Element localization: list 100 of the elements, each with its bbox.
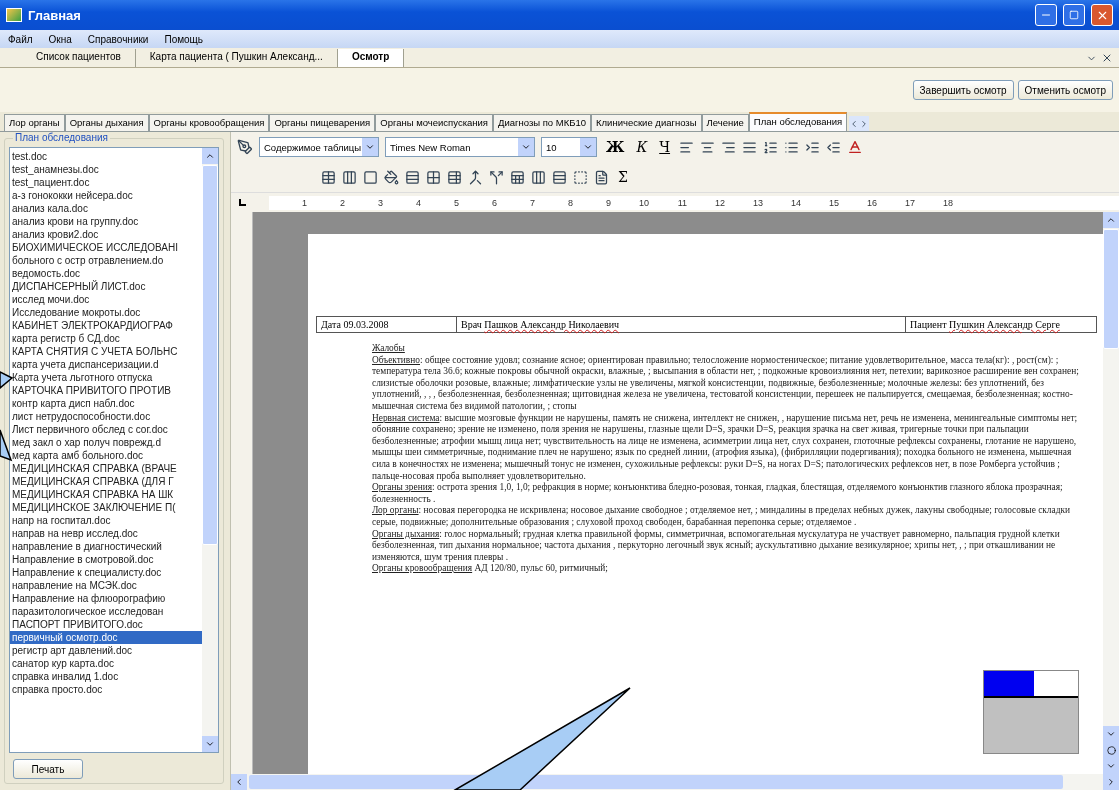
file-list-item[interactable]: test_анамнезы.doc <box>10 163 202 176</box>
scrollbar-thumb[interactable] <box>202 165 218 545</box>
chevron-up-icon[interactable] <box>1106 215 1116 225</box>
close-button[interactable] <box>1091 4 1113 26</box>
file-list-item[interactable]: Направление на флюорографию <box>10 592 202 605</box>
file-list-item[interactable]: МЕДИЦИНСКОЕ ЗАКЛЮЧЕНИЕ П( <box>10 501 202 514</box>
document-tab[interactable]: Список пациентов <box>22 49 136 67</box>
file-list-item[interactable]: Направление к специалисту.doc <box>10 566 202 579</box>
file-list-item[interactable]: Лист первичного обслед с сог.doc <box>10 423 202 436</box>
section-tab[interactable]: Лечение <box>701 114 749 131</box>
tab-stop-icon[interactable] <box>238 198 246 207</box>
scrollbar[interactable] <box>202 148 218 752</box>
list-icon[interactable] <box>763 139 779 155</box>
format-button[interactable]: Ж <box>603 139 628 155</box>
file-list-item[interactable]: КАБИНЕТ ЭЛЕКТРОКАРДИОГРАФ <box>10 319 202 332</box>
file-list-item[interactable]: test_пациент.doc <box>10 176 202 189</box>
file-list-item[interactable]: ПАСПОРТ ПРИВИТОГО.doc <box>10 618 202 631</box>
align-icon[interactable] <box>700 139 716 155</box>
file-list-item[interactable]: МЕДИЦИНСКАЯ СПРАВКА НА ШК <box>10 488 202 501</box>
action-button[interactable]: Завершить осмотр <box>912 80 1014 100</box>
format-button[interactable]: К <box>633 139 651 155</box>
file-list-item[interactable]: test.doc <box>10 150 202 163</box>
scrollbar[interactable] <box>1103 212 1119 774</box>
chevron-down-icon[interactable] <box>1106 729 1116 739</box>
sum-button[interactable]: Σ <box>615 169 631 185</box>
scrollbar-thumb[interactable] <box>249 775 1063 789</box>
align-icon[interactable] <box>679 139 695 155</box>
style-dropdown[interactable]: Содержимое таблицы <box>259 137 379 157</box>
menu-item[interactable]: Файл <box>8 33 33 45</box>
paragraph: Нервная система: высшие мозговые функции не нарушены, память не снижена, интеллект не снижен, , нарушение письма нет, речь не изменена, менингеальные симптомы нет; обоняние сохранено; зрение не изменено, поля зрения не нарушены, глазные щели D=S, зрачки D=S, реакция зрачка на свет живая, тригерные точки при пальпации безболезненные; атрофии мышц лица нет; чувствительность на лице не изменена, асимметрии лица нет, слух сохранен, глоточные рефлексы сохранены, глотание не нарушено, мышцы шеи симметричные, поднимание плеч не нарушено; язык по средней линии, (атрофия языка), (фибрилляции подергивания); походка больного не изменена, мышечная сила в конечностях не изменена; мышечный тонус не изменен, сухожильные рефлексы: руки D=S, на ногах D=S; патологических рефлексов нет, в позе Ромберга устойчив ; пальце-носовая проба выполняет удовлетворительно. <box>372 412 1079 482</box>
file-list-item[interactable]: контр карта дисп набл.doc <box>10 397 202 410</box>
chevron-right-icon[interactable] <box>1106 777 1116 787</box>
file-list-item[interactable]: регистр арт давлений.doc <box>10 644 202 657</box>
header-cell: Врач Пашков Александр Николаевич <box>457 317 906 332</box>
caret-icon <box>583 142 593 152</box>
file-list-item[interactable]: Исследование мокроты.doc <box>10 306 202 319</box>
font-color-icon[interactable] <box>847 139 864 155</box>
size-dropdown[interactable]: 10 <box>541 137 597 157</box>
file-list-item[interactable]: направление на МСЭК.doc <box>10 579 202 592</box>
file-list-item[interactable]: карта регистр б СД.doc <box>10 332 202 345</box>
menu-item[interactable]: Справочники <box>87 33 149 45</box>
file-list-item[interactable]: КАРТОЧКА ПРИВИТОГО ПРОТИВ <box>10 384 202 397</box>
file-list-item[interactable]: Карта учета льготного отпуска <box>10 371 202 384</box>
section-tab[interactable]: План обследования <box>748 112 848 131</box>
minimize-button[interactable] <box>1035 4 1057 26</box>
action-button[interactable]: Отменить осмотр <box>1017 80 1113 100</box>
maximize-button[interactable] <box>1063 4 1085 26</box>
file-list-item[interactable]: ДИСПАНСЕРНЫЙ ЛИСТ.doc <box>10 280 202 293</box>
format-button[interactable]: Ч <box>656 139 674 155</box>
file-list-item[interactable]: мед карта амб больного.doc <box>10 449 202 462</box>
chevron-left-icon[interactable] <box>234 777 244 787</box>
list-icon[interactable] <box>805 139 821 155</box>
document-tab[interactable]: Карта пациента ( Пушкин Александ... <box>135 49 338 67</box>
file-list-item[interactable]: справка инвалид 1.doc <box>10 670 202 683</box>
file-list-item[interactable]: первичный осмотр.doc <box>10 631 202 644</box>
section-tab[interactable]: Органы кровообращения <box>148 114 270 131</box>
file-list-item[interactable]: МЕДИЦИНСКАЯ СПРАВКА (ВРАЧЕ <box>10 462 202 475</box>
file-list-item[interactable]: анализ крови на группу.doc <box>10 215 202 228</box>
section-tab[interactable]: Органы пищеварения <box>269 114 376 131</box>
file-list-item[interactable]: исслед мочи.doc <box>10 293 202 306</box>
file-list-item[interactable]: мед закл о хар получ поврежд.d <box>10 436 202 449</box>
list-icon[interactable] <box>826 139 842 155</box>
section-tab[interactable]: Органы мочеиспускания <box>375 114 493 131</box>
file-list-item[interactable]: карта учета диспансеризации.d <box>10 358 202 371</box>
section-tab[interactable]: Диагнозы по МКБ10 <box>493 114 592 131</box>
chevron-up-icon[interactable] <box>205 151 215 161</box>
align-icon[interactable] <box>721 139 737 155</box>
close-icon[interactable] <box>1101 52 1113 64</box>
chevron-down-icon[interactable] <box>1106 761 1116 771</box>
print-button[interactable]: Печать <box>13 759 83 779</box>
file-list-item[interactable]: направление в диагностический <box>10 540 202 553</box>
file-list-item[interactable]: лист нетрудоспособности.doc <box>10 410 202 423</box>
file-list-item[interactable]: паразитологическое исследован <box>10 605 202 618</box>
file-list-item[interactable]: справка просто.doc <box>10 683 202 696</box>
file-list-item[interactable]: больного с остр отравлением.do <box>10 254 202 267</box>
file-list-item[interactable]: анализ крови2.doc <box>10 228 202 241</box>
section-tab[interactable]: Лор органы <box>4 114 65 131</box>
circle-icon[interactable] <box>1106 745 1116 755</box>
scrollbar-thumb[interactable] <box>1103 229 1119 349</box>
section-tab[interactable]: Клинические диагнозы <box>591 114 702 131</box>
file-list-item[interactable]: ведомость.doc <box>10 267 202 280</box>
file-list-item[interactable]: анализ кала.doc <box>10 202 202 215</box>
file-list-item[interactable]: КАРТА СНЯТИЯ С УЧЕТА БОЛЬНС <box>10 345 202 358</box>
file-list-item[interactable]: направ на невр исслед.doc <box>10 527 202 540</box>
font-dropdown[interactable]: Times New Roman <box>385 137 535 157</box>
scrollbar[interactable] <box>231 774 1119 790</box>
section-tab[interactable]: Органы дыхания <box>64 114 149 131</box>
file-list-item[interactable]: Направление в смотровой.doc <box>10 553 202 566</box>
file-list-item[interactable]: МЕДИЦИНСКАЯ СПРАВКА (ДЛЯ Г <box>10 475 202 488</box>
document-tab[interactable]: Осмотр <box>337 49 405 67</box>
list-icon[interactable] <box>784 139 800 155</box>
menu-item[interactable]: Окна <box>48 33 72 45</box>
pen-icon[interactable] <box>237 139 253 155</box>
file-list-item[interactable]: БИОХИМИЧЕСКОЕ ИССЛЕДОВАНІ <box>10 241 202 254</box>
file-list-item[interactable]: а-з гонококки нейсера.doc <box>10 189 202 202</box>
menu-item[interactable]: Помощь <box>164 33 204 45</box>
chevron-down-icon[interactable] <box>205 739 215 749</box>
file-list-item[interactable]: санатор кур карта.doc <box>10 657 202 670</box>
align-icon[interactable] <box>742 139 758 155</box>
file-list-item[interactable]: напр на госпитал.doc <box>10 514 202 527</box>
